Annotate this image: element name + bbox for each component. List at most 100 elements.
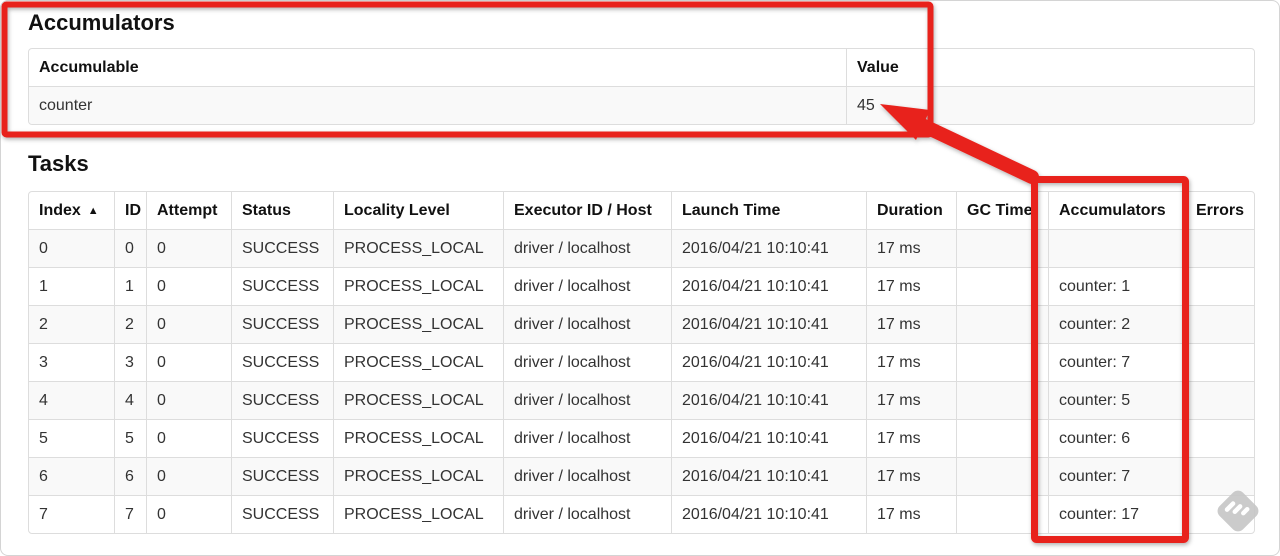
- cell-id: 7: [114, 495, 146, 533]
- cell-launch-time: 2016/04/21 10:10:41: [671, 419, 866, 457]
- cell-errors: [1185, 457, 1254, 495]
- col-header-index[interactable]: Index ▲: [29, 192, 114, 229]
- accumulators-table: Accumulable Value counter 45: [28, 48, 1255, 125]
- col-header-errors[interactable]: Errors: [1185, 192, 1254, 229]
- cell-launch-time: 2016/04/21 10:10:41: [671, 457, 866, 495]
- cell-gc-time: [956, 229, 1048, 267]
- cell-executor: driver / localhost: [503, 419, 671, 457]
- cell-errors: [1185, 381, 1254, 419]
- task-row: 4 4 0 SUCCESS PROCESS_LOCAL driver / loc…: [29, 381, 1254, 419]
- cell-duration: 17 ms: [866, 381, 956, 419]
- col-header-attempt[interactable]: Attempt: [146, 192, 231, 229]
- cell-duration: 17 ms: [866, 419, 956, 457]
- cell-duration: 17 ms: [866, 229, 956, 267]
- cell-executor: driver / localhost: [503, 343, 671, 381]
- cell-id: 6: [114, 457, 146, 495]
- cell-status: SUCCESS: [231, 229, 333, 267]
- cell-errors: [1185, 267, 1254, 305]
- cell-errors: [1185, 343, 1254, 381]
- task-row: 5 5 0 SUCCESS PROCESS_LOCAL driver / loc…: [29, 419, 1254, 457]
- cell-locality: PROCESS_LOCAL: [333, 419, 503, 457]
- accumulators-heading: Accumulators: [28, 10, 175, 35]
- cell-attempt: 0: [146, 229, 231, 267]
- cell-index: 2: [29, 305, 114, 343]
- cell-accumulators: counter: 2: [1048, 305, 1185, 343]
- cell-accumulators: counter: 1: [1048, 267, 1185, 305]
- col-header-launch-time[interactable]: Launch Time: [671, 192, 866, 229]
- cell-gc-time: [956, 305, 1048, 343]
- cell-locality: PROCESS_LOCAL: [333, 267, 503, 305]
- col-header-locality-level[interactable]: Locality Level: [333, 192, 503, 229]
- cell-gc-time: [956, 381, 1048, 419]
- cell-launch-time: 2016/04/21 10:10:41: [671, 343, 866, 381]
- cell-accumulators: counter: 7: [1048, 457, 1185, 495]
- cell-accumulators: [1048, 229, 1185, 267]
- cell-status: SUCCESS: [231, 457, 333, 495]
- cell-launch-time: 2016/04/21 10:10:41: [671, 229, 866, 267]
- cell-locality: PROCESS_LOCAL: [333, 229, 503, 267]
- cell-id: 1: [114, 267, 146, 305]
- cell-locality: PROCESS_LOCAL: [333, 495, 503, 533]
- task-row: 7 7 0 SUCCESS PROCESS_LOCAL driver / loc…: [29, 495, 1254, 533]
- cell-accumulators: counter: 6: [1048, 419, 1185, 457]
- cell-index: 1: [29, 267, 114, 305]
- cell-executor: driver / localhost: [503, 229, 671, 267]
- cell-attempt: 0: [146, 457, 231, 495]
- tasks-header-row: Index ▲ ID Attempt Status Locality Level …: [29, 192, 1254, 229]
- cell-index: 6: [29, 457, 114, 495]
- tasks-table: Index ▲ ID Attempt Status Locality Level …: [28, 191, 1255, 534]
- cell-id: 0: [114, 229, 146, 267]
- col-header-executor-id-host[interactable]: Executor ID / Host: [503, 192, 671, 229]
- cell-status: SUCCESS: [231, 267, 333, 305]
- cell-gc-time: [956, 495, 1048, 533]
- cell-attempt: 0: [146, 495, 231, 533]
- col-header-status[interactable]: Status: [231, 192, 333, 229]
- cell-index: 0: [29, 229, 114, 267]
- cell-id: 4: [114, 381, 146, 419]
- task-row: 3 3 0 SUCCESS PROCESS_LOCAL driver / loc…: [29, 343, 1254, 381]
- cell-launch-time: 2016/04/21 10:10:41: [671, 305, 866, 343]
- cell-index: 5: [29, 419, 114, 457]
- cell-executor: driver / localhost: [503, 267, 671, 305]
- cell-status: SUCCESS: [231, 343, 333, 381]
- cell-id: 5: [114, 419, 146, 457]
- cell-index: 7: [29, 495, 114, 533]
- cell-errors: [1185, 495, 1254, 533]
- cell-locality: PROCESS_LOCAL: [333, 381, 503, 419]
- cell-duration: 17 ms: [866, 267, 956, 305]
- cell-accumulators: counter: 5: [1048, 381, 1185, 419]
- cell-launch-time: 2016/04/21 10:10:41: [671, 381, 866, 419]
- browser-window: Accumulators Accumulable Value counter 4…: [0, 0, 1280, 556]
- cell-attempt: 0: [146, 267, 231, 305]
- cell-attempt: 0: [146, 343, 231, 381]
- accumulator-row: counter 45: [29, 86, 1254, 124]
- cell-errors: [1185, 419, 1254, 457]
- cell-status: SUCCESS: [231, 495, 333, 533]
- cell-errors: [1185, 305, 1254, 343]
- cell-gc-time: [956, 267, 1048, 305]
- cell-attempt: 0: [146, 305, 231, 343]
- cell-launch-time: 2016/04/21 10:10:41: [671, 267, 866, 305]
- col-header-id[interactable]: ID: [114, 192, 146, 229]
- cell-index: 4: [29, 381, 114, 419]
- cell-id: 3: [114, 343, 146, 381]
- cell-executor: driver / localhost: [503, 381, 671, 419]
- cell-status: SUCCESS: [231, 381, 333, 419]
- cell-duration: 17 ms: [866, 495, 956, 533]
- col-header-index-label: Index: [39, 201, 81, 219]
- cell-gc-time: [956, 457, 1048, 495]
- cell-index: 3: [29, 343, 114, 381]
- task-row: 1 1 0 SUCCESS PROCESS_LOCAL driver / loc…: [29, 267, 1254, 305]
- cell-id: 2: [114, 305, 146, 343]
- cell-accumulable-name: counter: [29, 86, 846, 124]
- cell-launch-time: 2016/04/21 10:10:41: [671, 495, 866, 533]
- cell-executor: driver / localhost: [503, 305, 671, 343]
- accumulators-header-row: Accumulable Value: [29, 49, 1254, 86]
- col-header-duration[interactable]: Duration: [866, 192, 956, 229]
- col-header-accumulators[interactable]: Accumulators: [1048, 192, 1185, 229]
- cell-accumulators: counter: 17: [1048, 495, 1185, 533]
- cell-accumulators: counter: 7: [1048, 343, 1185, 381]
- cell-locality: PROCESS_LOCAL: [333, 305, 503, 343]
- cell-errors: [1185, 229, 1254, 267]
- col-header-gc-time[interactable]: GC Time: [956, 192, 1048, 229]
